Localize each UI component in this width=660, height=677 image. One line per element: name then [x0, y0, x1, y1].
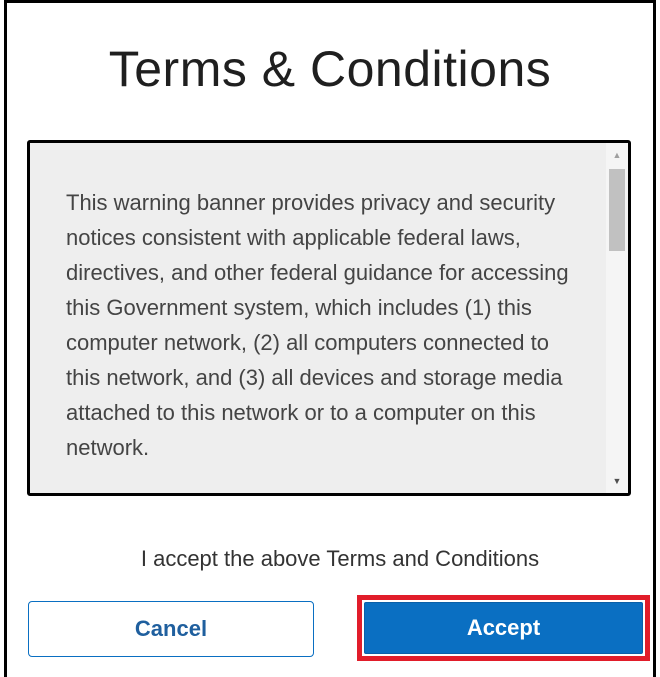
terms-dialog: Terms & Conditions This warning banner p… — [0, 0, 660, 677]
terms-text: This warning banner provides privacy and… — [66, 190, 569, 460]
dialog-border-right — [653, 0, 656, 677]
terms-text-box[interactable]: This warning banner provides privacy and… — [27, 140, 631, 496]
cancel-button[interactable]: Cancel — [28, 601, 314, 657]
dialog-title: Terms & Conditions — [108, 41, 552, 97]
scroll-up-arrow-icon[interactable]: ▲ — [606, 147, 628, 163]
dialog-border-left — [4, 0, 7, 677]
dialog-border-top — [4, 0, 656, 3]
accept-button[interactable]: Accept — [364, 602, 643, 654]
scroll-down-arrow-icon[interactable]: ▼ — [606, 473, 628, 489]
acceptance-label: I accept the above Terms and Conditions — [140, 546, 540, 571]
scroll-thumb[interactable] — [609, 169, 625, 251]
terms-scrollbar[interactable]: ▲ ▼ — [606, 143, 628, 493]
